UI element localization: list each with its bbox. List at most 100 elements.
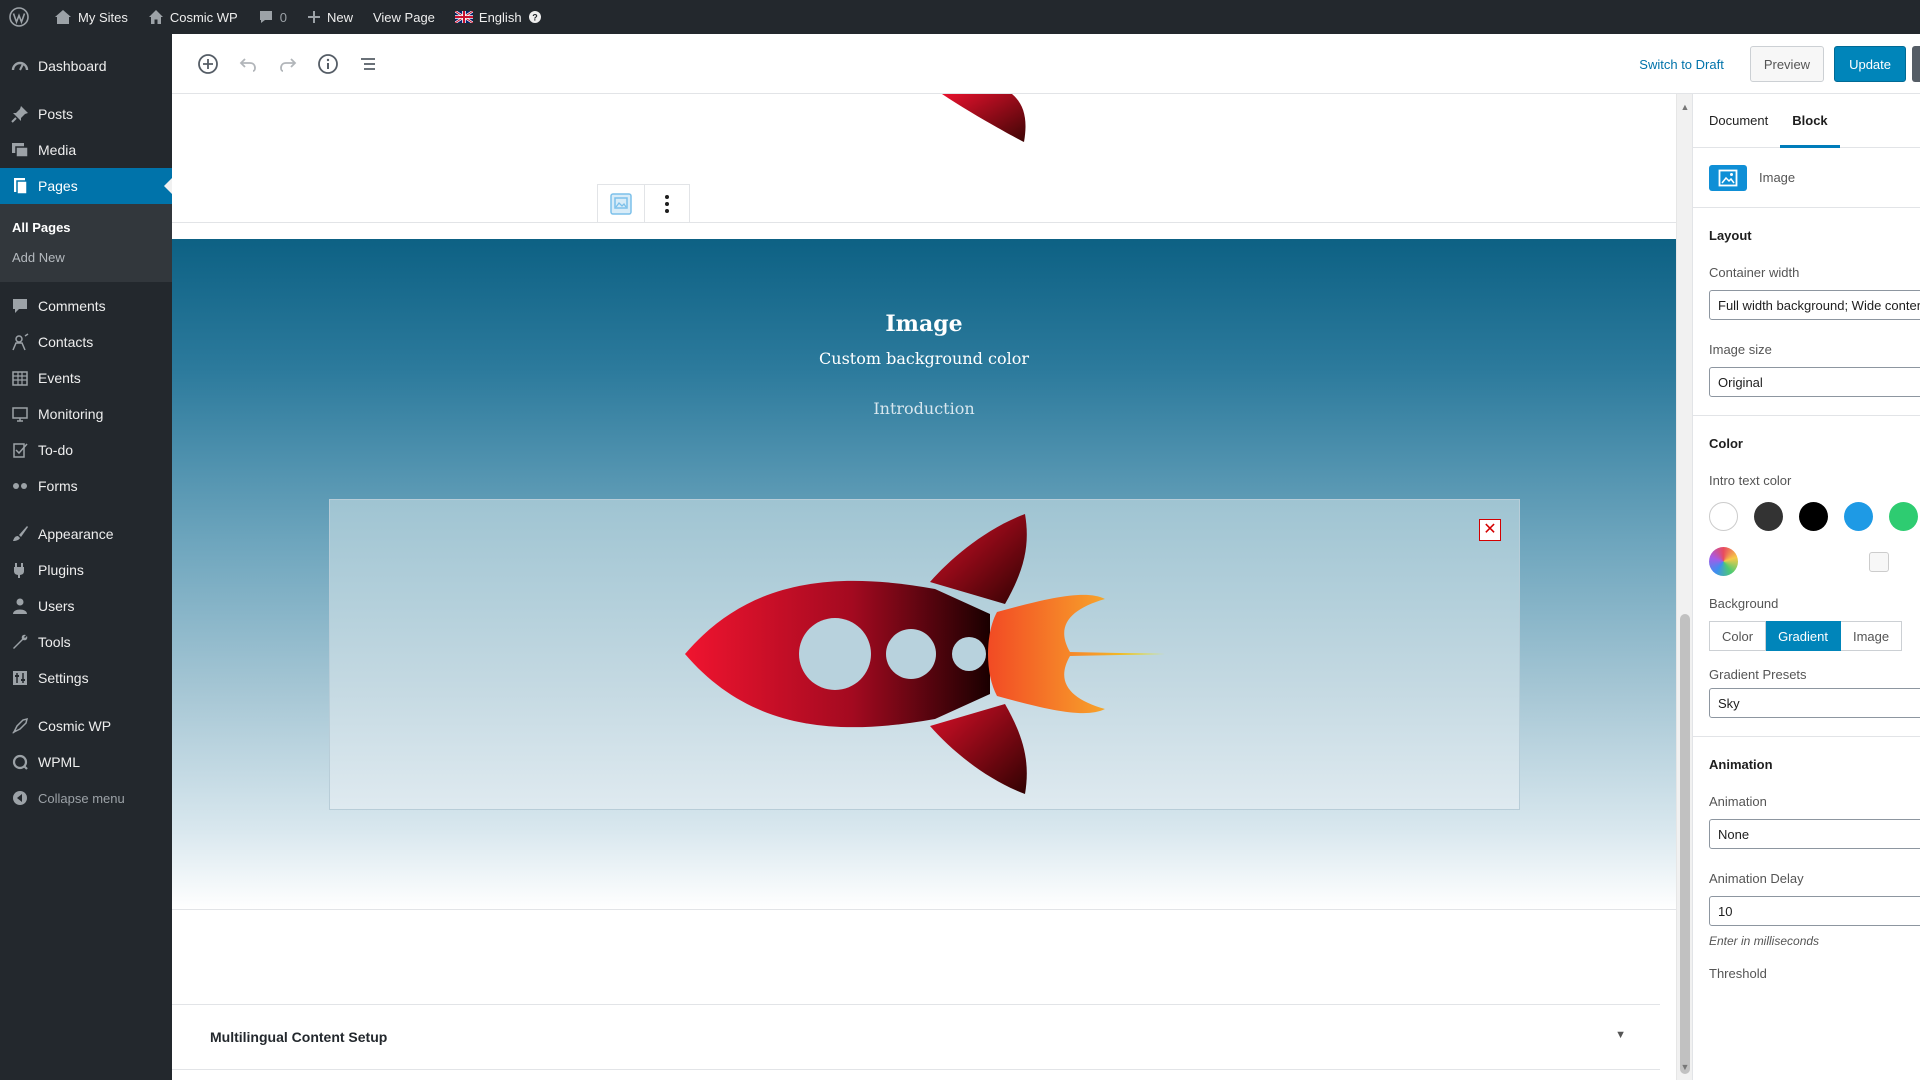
clear-color-button[interactable] (1869, 552, 1889, 572)
background-color-option[interactable]: Color (1709, 621, 1767, 651)
tab-document[interactable]: Document (1697, 94, 1780, 147)
sidebar-item-appearance[interactable]: Appearance (0, 516, 172, 552)
background-label: Background (1709, 596, 1779, 611)
sidebar-item-forms[interactable]: Forms (0, 468, 172, 504)
swatch-blue[interactable] (1844, 502, 1873, 531)
sidebar-item-contacts[interactable]: Contacts (0, 324, 172, 360)
color-section-title[interactable]: Color (1709, 416, 1920, 451)
scrollbar-thumb[interactable] (1680, 614, 1690, 1074)
custom-color-picker-icon[interactable] (1709, 547, 1738, 576)
sidebar-item-settings[interactable]: Settings (0, 660, 172, 696)
scroll-up-icon[interactable]: ▲ (1680, 102, 1690, 112)
sidebar-item-wpml[interactable]: WPML (0, 744, 172, 780)
undo-button[interactable] (230, 46, 266, 82)
background-image-option[interactable]: Image (1840, 621, 1903, 651)
image-block-icon (1709, 164, 1747, 191)
plus-circle-icon (198, 53, 218, 74)
layout-section: Layout Container width Full width backgr… (1693, 208, 1920, 416)
section-bottom-divider (172, 909, 1676, 910)
more-vertical-icon (664, 194, 669, 213)
sidebar-item-pages[interactable]: Pages (0, 168, 172, 204)
section-subtitle[interactable]: Custom background color (172, 349, 1676, 368)
sidebar-item-users[interactable]: Users (0, 588, 172, 624)
sidebar-item-posts[interactable]: Posts (0, 96, 172, 132)
image-frame[interactable]: ✕ (329, 499, 1520, 810)
canvas-scrollbar[interactable]: ▲ ▼ (1676, 94, 1692, 1080)
calendar-grid-icon (10, 368, 30, 388)
section-intro[interactable]: Introduction (172, 399, 1676, 418)
animation-section-title[interactable]: Animation (1709, 737, 1920, 772)
animation-delay-input[interactable]: 10 (1709, 896, 1920, 926)
sidebar-item-tools[interactable]: Tools (0, 624, 172, 660)
my-sites-icon (55, 10, 71, 24)
my-sites-menu[interactable]: My Sites (44, 0, 138, 34)
switch-to-draft-button[interactable]: Switch to Draft (1639, 57, 1724, 72)
new-content-menu[interactable]: New (297, 0, 363, 34)
change-block-type-button[interactable] (598, 185, 644, 222)
tab-block[interactable]: Block (1780, 94, 1841, 148)
animation-select[interactable]: None (1709, 819, 1920, 849)
container-width-select[interactable]: Full width background; Wide content (1709, 290, 1920, 320)
preview-button[interactable]: Preview (1749, 46, 1825, 82)
sidebar-item-label: Forms (38, 478, 78, 494)
swatch-white[interactable] (1709, 502, 1738, 531)
sidebar-item-dashboard[interactable]: Dashboard (0, 48, 172, 84)
comment-bubble-icon (10, 296, 30, 316)
background-gradient-option[interactable]: Gradient (1766, 621, 1841, 651)
container-width-label: Container width (1709, 265, 1800, 280)
sidebar-item-label: Media (38, 142, 77, 158)
settings-toggle-button[interactable] (1912, 46, 1920, 82)
multilingual-setup-panel[interactable]: Multilingual Content Setup ▼ (172, 1004, 1660, 1070)
list-outline-icon (361, 57, 375, 70)
content-info-button[interactable] (310, 46, 346, 82)
swatch-dark-gray[interactable] (1754, 502, 1783, 531)
block-card-title: Image (1759, 170, 1796, 185)
comments-link[interactable]: 0 (248, 0, 297, 34)
sidebar-item-events[interactable]: Events (0, 360, 172, 396)
redo-button[interactable] (270, 46, 306, 82)
sidebar-item-cosmic-wp[interactable]: Cosmic WP (0, 708, 172, 744)
swatch-black[interactable] (1799, 502, 1828, 531)
sidebar-item-plugins[interactable]: Plugins (0, 552, 172, 588)
sidebar-item-label: Plugins (38, 562, 84, 578)
language-switcher[interactable]: English ? (445, 0, 552, 34)
more-options-button[interactable] (643, 185, 690, 222)
sidebar-item-label: WPML (38, 754, 80, 770)
wordpress-logo-button[interactable] (0, 0, 44, 34)
sidebar-item-label: Cosmic WP (38, 718, 112, 734)
block-toolbar (597, 184, 690, 223)
site-name-menu[interactable]: Cosmic WP (138, 0, 248, 34)
color-section: Color Intro text color Background Color … (1693, 416, 1920, 737)
view-page-link[interactable]: View Page (363, 0, 445, 34)
sidebar-item-comments[interactable]: Comments (0, 288, 172, 324)
layout-section-title[interactable]: Layout (1709, 208, 1920, 243)
redo-icon (280, 57, 297, 72)
gradient-presets-select[interactable]: Sky (1709, 688, 1920, 718)
submenu-add-new[interactable]: Add New (0, 242, 172, 272)
image-block-section[interactable]: Image Custom background color Introducti… (172, 239, 1676, 909)
monitor-icon (10, 404, 30, 424)
submenu-all-pages[interactable]: All Pages (0, 212, 172, 242)
sidebar-item-label: Appearance (38, 526, 114, 542)
swatch-green[interactable] (1889, 502, 1918, 531)
sidebar-item-media[interactable]: Media (0, 132, 172, 168)
home-icon (148, 10, 163, 24)
add-block-button[interactable] (190, 46, 226, 82)
sidebar-item-todo[interactable]: To-do (0, 432, 172, 468)
collapse-menu-button[interactable]: Collapse menu (0, 780, 172, 816)
sidebar-item-monitoring[interactable]: Monitoring (0, 396, 172, 432)
editor-toolbar: Switch to Draft Preview Update (172, 34, 1920, 94)
section-title[interactable]: Image (172, 311, 1676, 337)
image-size-select[interactable]: Original (1709, 367, 1920, 397)
update-button[interactable]: Update (1834, 46, 1906, 82)
block-navigation-button[interactable] (350, 46, 386, 82)
sidebar-item-label: Tools (38, 634, 71, 650)
sidebar-item-label: Settings (38, 670, 89, 686)
editor-canvas[interactable]: Image Custom background color Introducti… (172, 94, 1676, 1080)
remove-image-button[interactable]: ✕ (1479, 519, 1501, 541)
scroll-down-icon[interactable]: ▼ (1680, 1062, 1690, 1072)
background-type-toggle: Color Gradient Image (1709, 621, 1920, 651)
custom-color-row (1709, 547, 1920, 576)
collapse-arrow-icon (10, 788, 30, 808)
intro-text-color-label: Intro text color (1709, 473, 1792, 488)
